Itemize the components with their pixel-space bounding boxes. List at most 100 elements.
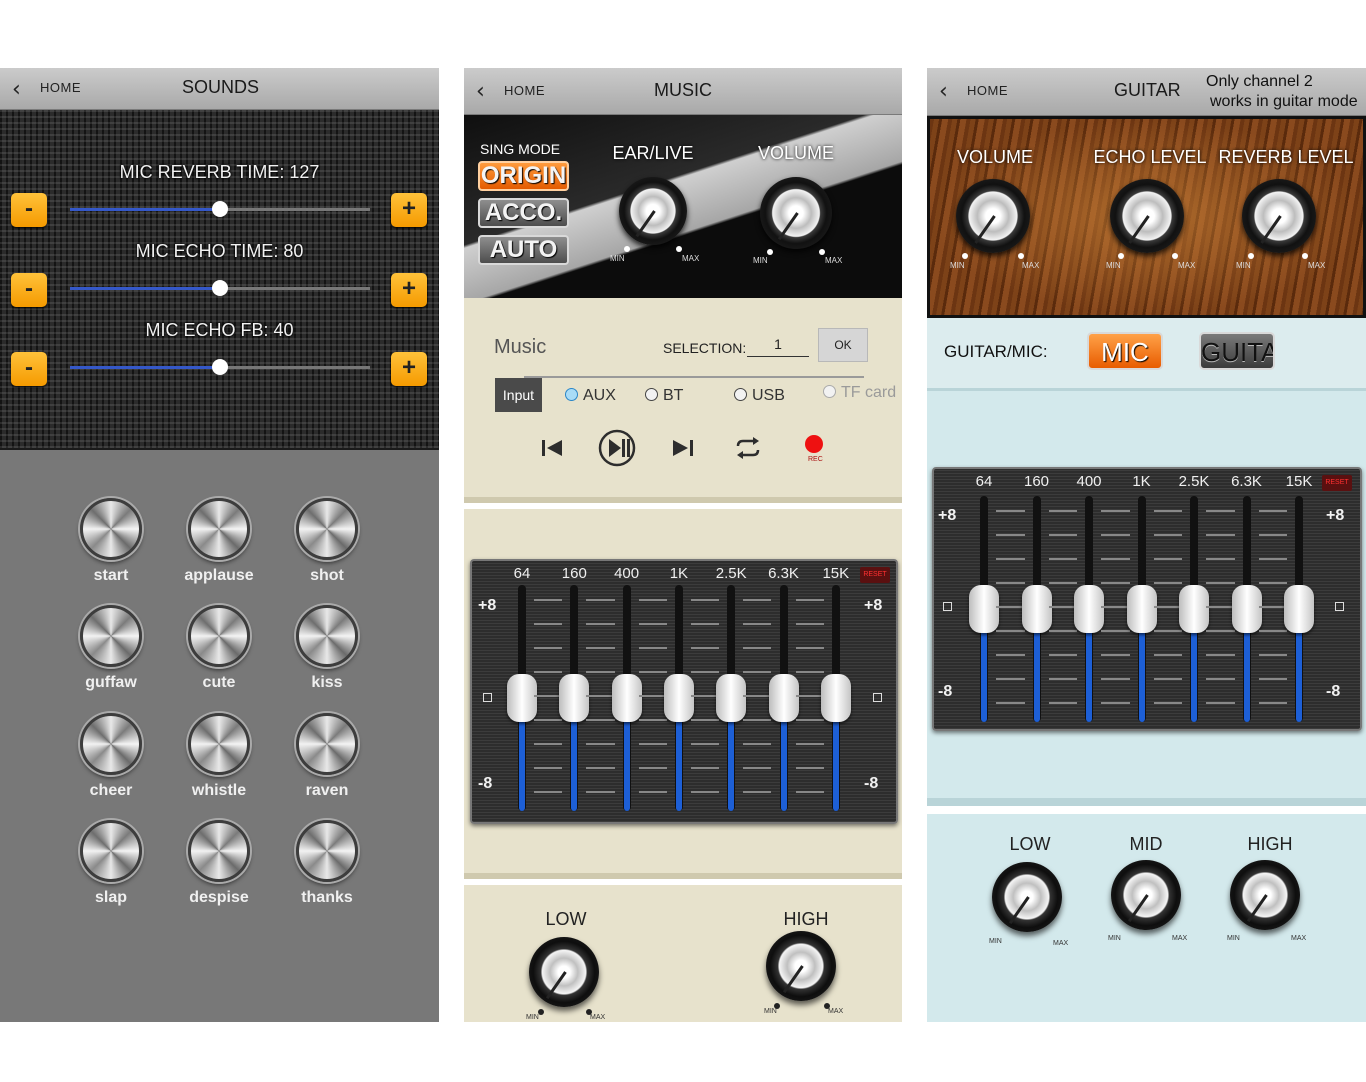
eq-tick xyxy=(1101,678,1130,680)
eq-tick xyxy=(586,719,615,721)
sound-button-raven[interactable]: raven xyxy=(273,713,381,800)
eq-slider-thumb-400[interactable] xyxy=(611,674,642,722)
high-knob[interactable] xyxy=(766,931,836,1001)
eq-tick xyxy=(743,719,772,721)
sound-button-despise[interactable]: despise xyxy=(165,820,273,907)
eq-band-label: 6.3K xyxy=(768,565,799,582)
eq-tick xyxy=(1048,630,1077,632)
back-chevron-icon[interactable]: ‹ xyxy=(12,77,21,102)
guitar-button[interactable]: GUITA xyxy=(1199,332,1275,370)
eq-tick xyxy=(690,695,720,697)
volume-label: VOLUME xyxy=(956,147,1034,167)
speaker-grille: MIC REVERB TIME: 127 - + MIC ECHO TIME: … xyxy=(0,110,439,450)
guitar-volume-knob[interactable] xyxy=(956,179,1030,253)
mic-echo-fb-plus-button[interactable]: + xyxy=(391,352,427,386)
eq-tick xyxy=(1048,582,1077,584)
eq-slider-thumb-160[interactable] xyxy=(1021,585,1052,633)
mic-reverb-slider[interactable] xyxy=(70,201,370,217)
sound-button-whistle[interactable]: whistle xyxy=(165,713,273,800)
sound-button-cheer[interactable]: cheer xyxy=(57,713,165,800)
eq-tick xyxy=(534,671,563,673)
skip-back-icon[interactable] xyxy=(540,438,564,458)
eq-slider-thumb-6.3K[interactable] xyxy=(1231,585,1262,633)
echo-level-knob[interactable] xyxy=(1110,179,1184,253)
eq-reset-button[interactable]: RESET xyxy=(1322,475,1352,491)
back-chevron-icon[interactable]: ‹ xyxy=(939,79,948,104)
slider-thumb[interactable] xyxy=(212,201,228,217)
eq-tick xyxy=(996,534,1025,536)
sing-mode-auto-button[interactable]: AUTO xyxy=(478,235,569,265)
input-tf-card-radio[interactable]: TF card xyxy=(823,384,896,402)
ok-button[interactable]: OK xyxy=(818,328,868,362)
eq-slider-thumb-2.5K[interactable] xyxy=(1179,585,1209,633)
ear-live-knob[interactable] xyxy=(619,177,687,245)
skip-forward-icon[interactable] xyxy=(671,438,695,458)
sound-button-thanks[interactable]: thanks xyxy=(273,820,381,907)
eq-slider-thumb-1K[interactable] xyxy=(1126,585,1157,633)
eq-slider-thumb-400[interactable] xyxy=(1074,585,1104,633)
sing-mode-acco-button[interactable]: ACCO. xyxy=(478,198,569,228)
eq-tick xyxy=(1048,534,1077,536)
sound-button-kiss[interactable]: kiss xyxy=(273,605,381,692)
volume-knob[interactable] xyxy=(760,177,832,249)
eq-zero-marker-icon xyxy=(943,602,952,611)
home-link[interactable]: HOME xyxy=(40,80,81,95)
eq-slider-thumb-64[interactable] xyxy=(969,585,999,633)
min-label: MIN xyxy=(1227,935,1240,942)
eq-slider-thumb-160[interactable] xyxy=(559,674,590,722)
eq-tick xyxy=(795,599,824,601)
min-label: MIN xyxy=(1108,935,1121,942)
eq-reset-button[interactable]: RESET xyxy=(860,567,890,583)
mic-button[interactable]: MIC xyxy=(1087,332,1163,370)
mic-echo-time-slider[interactable] xyxy=(70,280,370,296)
home-link[interactable]: HOME xyxy=(504,83,545,98)
min-label: MIN xyxy=(753,256,768,265)
eq-tick xyxy=(1153,534,1182,536)
sound-button-guffaw[interactable]: guffaw xyxy=(57,605,165,692)
sound-button-shot[interactable]: shot xyxy=(273,498,381,585)
sound-button-slap[interactable]: slap xyxy=(57,820,165,907)
mic-echo-time-minus-button[interactable]: - xyxy=(11,273,47,307)
slider-thumb[interactable] xyxy=(212,280,228,296)
mic-echo-fb-slider[interactable] xyxy=(70,359,370,375)
guitar-high-knob[interactable] xyxy=(1230,860,1300,930)
eq-slider-thumb-2.5K[interactable] xyxy=(716,674,747,722)
play-pause-icon[interactable] xyxy=(597,428,637,468)
eq-slider-thumb-1K[interactable] xyxy=(663,674,694,722)
home-link[interactable]: HOME xyxy=(967,83,1008,98)
eq-tick xyxy=(743,599,772,601)
input-aux-radio[interactable]: AUX xyxy=(565,387,616,405)
eq-tick xyxy=(638,599,667,601)
high-label: HIGH xyxy=(783,909,829,929)
sound-button-cute[interactable]: cute xyxy=(165,605,273,692)
mic-reverb-plus-button[interactable]: + xyxy=(391,193,427,227)
record-icon[interactable] xyxy=(805,435,823,453)
mic-reverb-minus-button[interactable]: - xyxy=(11,193,47,227)
sound-button-start[interactable]: start xyxy=(57,498,165,585)
rec-label: REC xyxy=(808,456,823,463)
reverb-level-knob[interactable] xyxy=(1242,179,1316,253)
back-chevron-icon[interactable]: ‹ xyxy=(476,79,485,104)
low-knob[interactable] xyxy=(529,937,599,1007)
guitar-low-knob[interactable] xyxy=(992,862,1062,932)
mic-echo-fb-minus-button[interactable]: - xyxy=(11,352,47,386)
page-title: MUSIC xyxy=(654,80,712,100)
eq-band-label: 400 xyxy=(1076,473,1102,490)
mic-echo-time-plus-button[interactable]: + xyxy=(391,273,427,307)
slider-thumb[interactable] xyxy=(212,359,228,375)
eq-slider-thumb-15K[interactable] xyxy=(820,674,851,722)
eq-slider-thumb-15K[interactable] xyxy=(1284,585,1314,633)
eq-slider-thumb-64[interactable] xyxy=(507,674,537,722)
sound-button-applause[interactable]: applause xyxy=(165,498,273,585)
eq-tick xyxy=(638,623,667,625)
input-usb-radio[interactable]: USB xyxy=(734,387,785,405)
eq-tick xyxy=(586,671,615,673)
max-label: MAX xyxy=(1022,261,1040,270)
input-bt-radio[interactable]: BT xyxy=(645,387,683,405)
guitar-mid-knob[interactable] xyxy=(1111,860,1181,930)
selection-input[interactable]: 1 xyxy=(747,336,809,357)
eq-slider-thumb-6.3K[interactable] xyxy=(768,674,799,722)
sing-mode-origin-button[interactable]: ORIGIN xyxy=(478,161,569,191)
repeat-icon[interactable] xyxy=(733,436,763,460)
max-label: MAX xyxy=(828,1008,844,1015)
